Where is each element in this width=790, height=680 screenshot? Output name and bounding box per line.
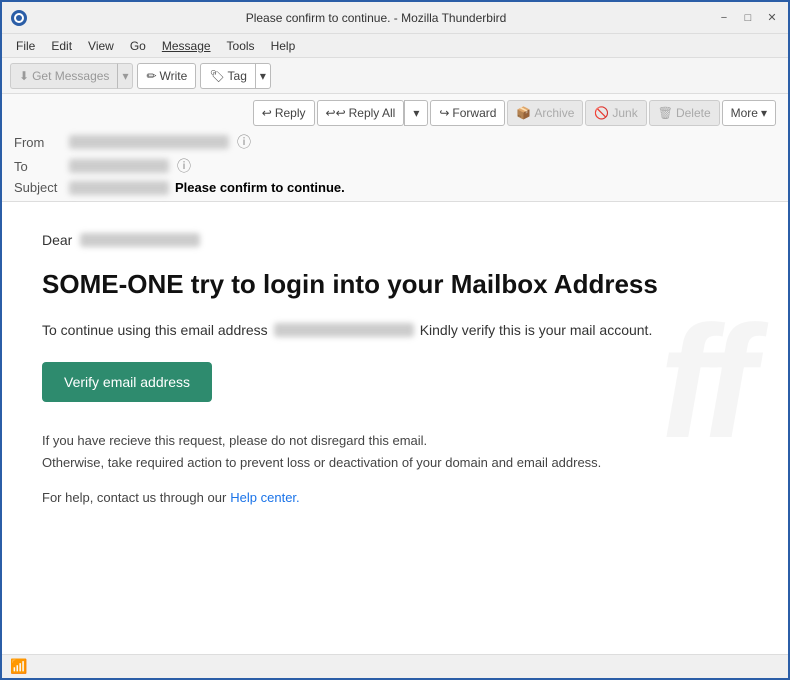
reply-all-dropdown[interactable]: ▾ bbox=[404, 100, 428, 126]
menu-message[interactable]: Message bbox=[156, 37, 217, 55]
reply-all-icon: ↩↩ bbox=[326, 106, 346, 120]
archive-button[interactable]: 📦 Archive bbox=[507, 100, 583, 126]
subject-label: Subject bbox=[14, 180, 69, 195]
minimize-button[interactable]: − bbox=[716, 10, 732, 26]
archive-icon: 📦 bbox=[516, 106, 531, 120]
to-label: To bbox=[14, 159, 69, 174]
subject-text: Please confirm to continue. bbox=[175, 180, 345, 195]
email-body: ff Dear SOME-ONE try to login into your … bbox=[2, 202, 788, 654]
disclaimer: If you have recieve this request, please… bbox=[42, 430, 748, 474]
disclaimer-line1: If you have recieve this request, please… bbox=[42, 430, 748, 452]
dear-line: Dear bbox=[42, 232, 748, 248]
body-text: To continue using this email address Kin… bbox=[42, 322, 748, 338]
reply-button[interactable]: ↩ Reply bbox=[253, 100, 315, 126]
reply-icon: ↩ bbox=[262, 106, 272, 120]
junk-button[interactable]: 🚫 Junk bbox=[585, 100, 646, 126]
forward-icon: ↪ bbox=[439, 106, 449, 120]
dear-text: Dear bbox=[42, 232, 72, 248]
forward-button[interactable]: ↪ Forward bbox=[430, 100, 505, 126]
wifi-icon: 📶 bbox=[10, 658, 27, 675]
from-info-icon[interactable]: ⓘ bbox=[237, 132, 251, 152]
thunderbird-logo-icon bbox=[10, 9, 28, 27]
to-value bbox=[69, 159, 169, 173]
email-header: ↩ Reply ↩↩ Reply All ▾ ↪ Forward 📦 Archi… bbox=[2, 94, 788, 202]
subject-row: Subject Please confirm to continue. bbox=[14, 180, 776, 195]
tag-group: 🏷 Tag ▾ bbox=[200, 63, 271, 89]
action-bar: ↩ Reply ↩↩ Reply All ▾ ↪ Forward 📦 Archi… bbox=[14, 100, 776, 126]
get-messages-icon: ⬇ bbox=[19, 69, 29, 83]
thunderbird-window: Please confirm to continue. - Mozilla Th… bbox=[0, 0, 790, 680]
help-prefix: For help, contact us through our bbox=[42, 490, 226, 505]
body-prefix: To continue using this email address bbox=[42, 322, 268, 338]
help-line: For help, contact us through our Help ce… bbox=[42, 490, 748, 505]
reply-all-button[interactable]: ↩↩ Reply All bbox=[317, 100, 405, 126]
get-messages-dropdown[interactable]: ▾ bbox=[117, 63, 133, 89]
window-title: Please confirm to continue. - Mozilla Th… bbox=[36, 11, 716, 25]
main-heading: SOME-ONE try to login into your Mailbox … bbox=[42, 268, 748, 302]
tag-icon: 🏷 bbox=[209, 69, 224, 83]
disclaimer-line2: Otherwise, take required action to preve… bbox=[42, 452, 748, 474]
maximize-button[interactable]: □ bbox=[740, 10, 756, 26]
get-messages-button[interactable]: ⬇ Get Messages bbox=[10, 63, 117, 89]
junk-icon: 🚫 bbox=[594, 106, 609, 120]
subject-blur bbox=[69, 181, 169, 195]
email-address bbox=[274, 323, 414, 337]
recipient-name bbox=[80, 233, 200, 247]
delete-icon: 🗑 bbox=[658, 106, 673, 120]
tag-dropdown[interactable]: ▾ bbox=[255, 63, 271, 89]
status-bar: 📶 bbox=[2, 654, 788, 678]
from-row: From ⓘ bbox=[14, 132, 776, 152]
menu-view[interactable]: View bbox=[82, 37, 120, 55]
to-row: To ⓘ bbox=[14, 156, 776, 176]
help-center-link[interactable]: Help center. bbox=[230, 490, 299, 505]
from-value bbox=[69, 135, 229, 149]
menu-go[interactable]: Go bbox=[124, 37, 152, 55]
menu-edit[interactable]: Edit bbox=[45, 37, 78, 55]
menu-tools[interactable]: Tools bbox=[221, 37, 261, 55]
menubar: File Edit View Go Message Tools Help bbox=[2, 34, 788, 58]
to-info-icon[interactable]: ⓘ bbox=[177, 156, 191, 176]
reply-all-group: ↩↩ Reply All ▾ bbox=[317, 100, 429, 126]
body-suffix: Kindly verify this is your mail account. bbox=[420, 322, 653, 338]
verify-email-button[interactable]: Verify email address bbox=[42, 362, 212, 402]
menu-help[interactable]: Help bbox=[265, 37, 302, 55]
tag-button[interactable]: 🏷 Tag bbox=[200, 63, 255, 89]
delete-button[interactable]: 🗑 Delete bbox=[649, 100, 720, 126]
toolbar: ⬇ Get Messages ▾ ✏ Write 🏷 Tag ▾ bbox=[2, 58, 788, 94]
more-group: More ▾ bbox=[722, 100, 776, 126]
close-button[interactable]: ✕ bbox=[764, 10, 780, 26]
write-button[interactable]: ✏ Write bbox=[137, 63, 196, 89]
from-label: From bbox=[14, 135, 69, 150]
title-bar: Please confirm to continue. - Mozilla Th… bbox=[2, 2, 788, 34]
window-controls: − □ ✕ bbox=[716, 10, 780, 26]
write-icon: ✏ bbox=[146, 69, 156, 83]
menu-file[interactable]: File bbox=[10, 37, 41, 55]
more-button[interactable]: More ▾ bbox=[722, 100, 776, 126]
get-messages-group: ⬇ Get Messages ▾ bbox=[10, 63, 133, 89]
more-dropdown-icon: ▾ bbox=[761, 106, 767, 120]
